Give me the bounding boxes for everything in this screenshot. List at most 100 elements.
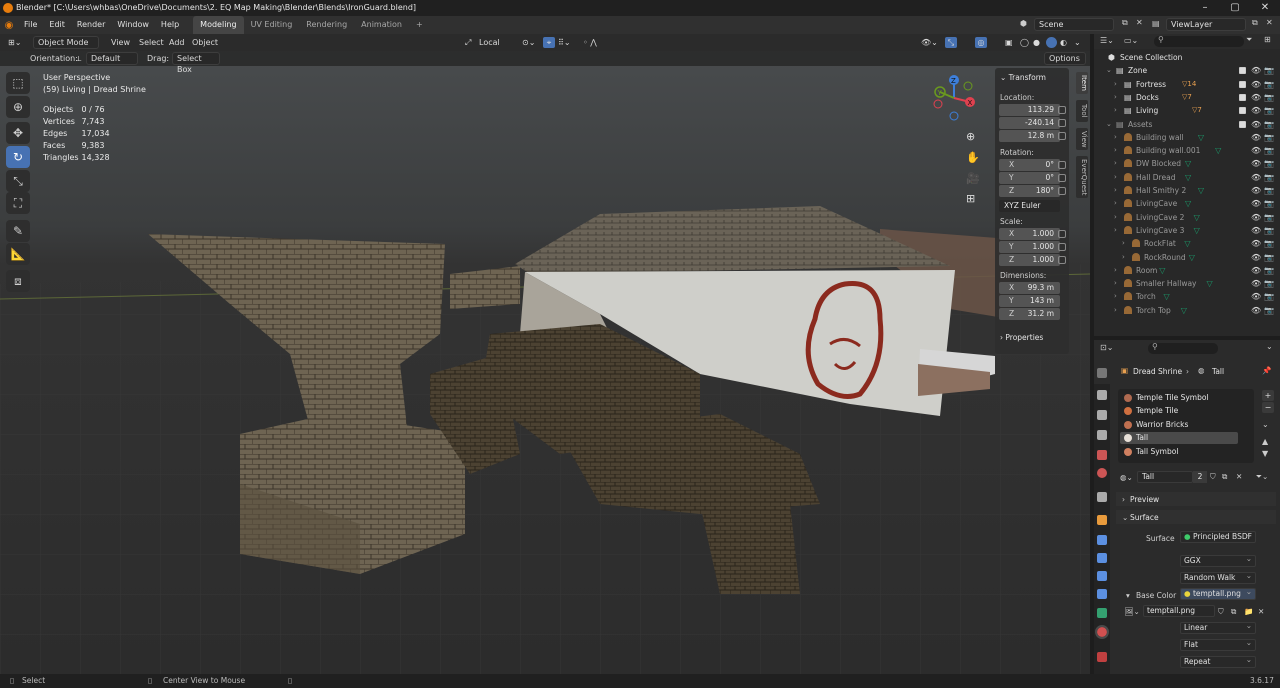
tab-rendering[interactable]: Rendering xyxy=(299,16,354,34)
camera-icon[interactable]: 📷 xyxy=(1264,304,1274,317)
properties-options-icon[interactable]: ⌄ xyxy=(1266,342,1273,351)
scene-properties-icon[interactable] xyxy=(1097,450,1107,460)
outliner-row[interactable]: › ▤ Docks ▽7 👁 📷 xyxy=(1094,91,1280,104)
editor-type-icon[interactable]: ⊞⌄ xyxy=(8,37,21,48)
outliner-row[interactable]: › DW Blocked ▽ 👁 📷 xyxy=(1094,157,1280,170)
interpolation-selector[interactable]: Linear xyxy=(1180,621,1256,634)
disclosure-chevron-icon[interactable]: › xyxy=(1114,91,1117,104)
dimension-y-field[interactable]: Y 143 m xyxy=(999,295,1060,307)
measure-tool-icon[interactable]: 📐 xyxy=(6,243,30,265)
camera-icon[interactable]: 📷 xyxy=(1264,157,1274,170)
rotation-z-field[interactable]: Z 180° xyxy=(999,185,1060,197)
outliner-editor-icon[interactable]: ☰⌄ xyxy=(1100,36,1114,45)
xray-icon[interactable]: ▣ xyxy=(1005,37,1013,48)
eye-icon[interactable]: 👁 xyxy=(1251,251,1261,264)
lock-icon[interactable] xyxy=(1058,174,1066,182)
view-layer-properties-icon[interactable] xyxy=(1097,430,1107,440)
camera-icon[interactable]: 📷 xyxy=(1264,64,1274,77)
shading-material-icon[interactable] xyxy=(1046,37,1057,48)
link-type-icon[interactable]: ⏷⌄ xyxy=(1256,472,1268,482)
duplicate-material-icon[interactable]: ⧉ xyxy=(1222,472,1227,482)
particle-properties-icon[interactable] xyxy=(1097,553,1107,563)
eye-icon[interactable]: 👁 xyxy=(1251,78,1261,91)
outliner-row[interactable]: › Building wall.001 ▽ 👁 📷 xyxy=(1094,144,1280,157)
mesh-data-icon[interactable]: ▽ xyxy=(1184,237,1190,250)
dimension-x-field[interactable]: X 99.3 m xyxy=(999,282,1060,294)
outliner-row[interactable]: › Torch Top ▽ 👁 📷 xyxy=(1094,304,1280,317)
blender-menu-icon[interactable]: ◉ xyxy=(0,20,18,31)
move-down-icon[interactable]: ▼ xyxy=(1262,449,1268,458)
location-z-field[interactable]: 12.8 m xyxy=(999,130,1060,142)
outliner-row[interactable]: › LivingCave 3 ▽ 👁 📷 xyxy=(1094,224,1280,237)
camera-icon[interactable]: 📷 xyxy=(1264,184,1274,197)
lock-icon[interactable] xyxy=(1058,132,1066,140)
shading-options-icon[interactable]: ⌄ xyxy=(1074,37,1081,48)
outliner-row[interactable]: › RockRound ▽ 👁 📷 xyxy=(1094,251,1280,264)
delete-viewlayer-icon[interactable]: ✕ xyxy=(1266,18,1273,27)
add-cube-tool-icon[interactable]: ⧈ xyxy=(6,270,30,292)
rotation-x-field[interactable]: X 0° xyxy=(999,159,1060,171)
eye-icon[interactable]: 👁 xyxy=(1251,237,1261,250)
outliner-row[interactable]: › ▤ Fortress ▽14 👁 📷 xyxy=(1094,78,1280,91)
tab-everquest[interactable]: EverQuest xyxy=(1076,156,1088,198)
open-image-folder-icon[interactable]: 📁 xyxy=(1244,607,1253,616)
outliner-row[interactable]: › Room ▽ 👁 📷 xyxy=(1094,264,1280,277)
menu-object[interactable]: Object xyxy=(192,37,218,48)
exclude-checkbox[interactable] xyxy=(1239,80,1246,88)
move-tool-icon[interactable]: ✥ xyxy=(6,122,30,144)
eye-icon[interactable]: 👁 xyxy=(1251,171,1261,184)
outliner-row[interactable]: › LivingCave 2 ▽ 👁 📷 xyxy=(1094,211,1280,224)
output-properties-icon[interactable] xyxy=(1097,410,1107,420)
camera-icon[interactable]: 📷 xyxy=(1264,237,1274,250)
material-slot-list[interactable]: Temple Tile Symbol Temple Tile Warrior Bri… xyxy=(1118,389,1254,463)
display-mode-icon[interactable]: ▭⌄ xyxy=(1124,36,1138,45)
subsurface-method-selector[interactable]: Random Walk xyxy=(1180,571,1256,584)
camera-icon[interactable]: 📷 xyxy=(1264,171,1274,184)
image-name-field[interactable]: temptall.png xyxy=(1143,605,1215,617)
world-properties-icon[interactable] xyxy=(1097,468,1107,478)
eye-icon[interactable]: 👁 xyxy=(1251,118,1261,131)
surface-shader-selector[interactable]: ● Principled BSDF xyxy=(1180,530,1256,543)
tab-item[interactable]: Item xyxy=(1076,72,1088,94)
fake-user-shield-icon[interactable]: ⛉ xyxy=(1218,607,1224,617)
disclosure-chevron-icon[interactable]: › xyxy=(1122,251,1125,264)
overlay-toggle-icon[interactable]: ◎ xyxy=(975,37,987,48)
outliner-search-input[interactable]: ⚲ xyxy=(1154,35,1244,47)
tool-properties-icon[interactable] xyxy=(1097,368,1107,378)
mesh-data-icon[interactable]: ▽ xyxy=(1194,224,1200,237)
unlink-material-icon[interactable]: ✕ xyxy=(1236,472,1242,481)
material-users-count[interactable]: 2 xyxy=(1193,471,1207,483)
distribution-selector[interactable]: GGX xyxy=(1180,554,1256,567)
pan-hand-icon[interactable]: ✋ xyxy=(966,151,980,164)
lock-icon[interactable] xyxy=(1058,187,1066,195)
menu-select[interactable]: Select xyxy=(139,37,164,48)
disclosure-chevron-icon[interactable]: › xyxy=(1114,264,1117,277)
pin-icon[interactable]: 📌 xyxy=(1262,366,1271,375)
outliner-row[interactable]: ⌄ ▤ Assets 👁 📷 xyxy=(1094,118,1280,131)
disclosure-chevron-icon[interactable]: › xyxy=(1114,171,1117,184)
scale-x-field[interactable]: X 1.000 xyxy=(999,228,1060,240)
mesh-data-icon[interactable]: ▽ xyxy=(1215,144,1221,157)
eye-icon[interactable]: 👁 xyxy=(1251,104,1261,117)
new-scene-icon[interactable]: ⧉ xyxy=(1122,18,1128,28)
snap-target-icon[interactable]: ⠿⌄ xyxy=(558,37,571,48)
new-viewlayer-icon[interactable]: ⧉ xyxy=(1252,18,1258,28)
material-slot-item[interactable]: Tall Symbol xyxy=(1120,446,1238,458)
tab-uv-editing[interactable]: UV Editing xyxy=(244,16,300,34)
properties-subpanel-header[interactable]: › Properties xyxy=(1000,333,1043,342)
disclosure-chevron-icon[interactable]: ⌄ xyxy=(1106,64,1112,77)
new-collection-icon[interactable]: ⊞ xyxy=(1264,35,1271,44)
menu-view[interactable]: View xyxy=(111,37,130,48)
proportional-edit-icon[interactable]: ◦ ⋀ xyxy=(583,37,597,48)
duplicate-image-icon[interactable]: ⧉ xyxy=(1231,607,1236,617)
rotate-tool-icon[interactable]: ↻ xyxy=(6,146,30,168)
navigation-gizmo[interactable]: Z X Y xyxy=(928,72,980,124)
scale-tool-icon[interactable]: ⤡ xyxy=(6,170,30,192)
eye-icon[interactable]: 👁 xyxy=(1251,131,1261,144)
tab-view[interactable]: View xyxy=(1076,128,1088,150)
maximize-icon[interactable]: ▢ xyxy=(1220,0,1250,16)
disclosure-chevron-icon[interactable]: › xyxy=(1114,78,1117,91)
minimize-icon[interactable]: – xyxy=(1190,0,1220,16)
transform-tool-icon[interactable]: ⛶ xyxy=(6,192,30,214)
camera-icon[interactable]: 📷 xyxy=(1264,264,1274,277)
